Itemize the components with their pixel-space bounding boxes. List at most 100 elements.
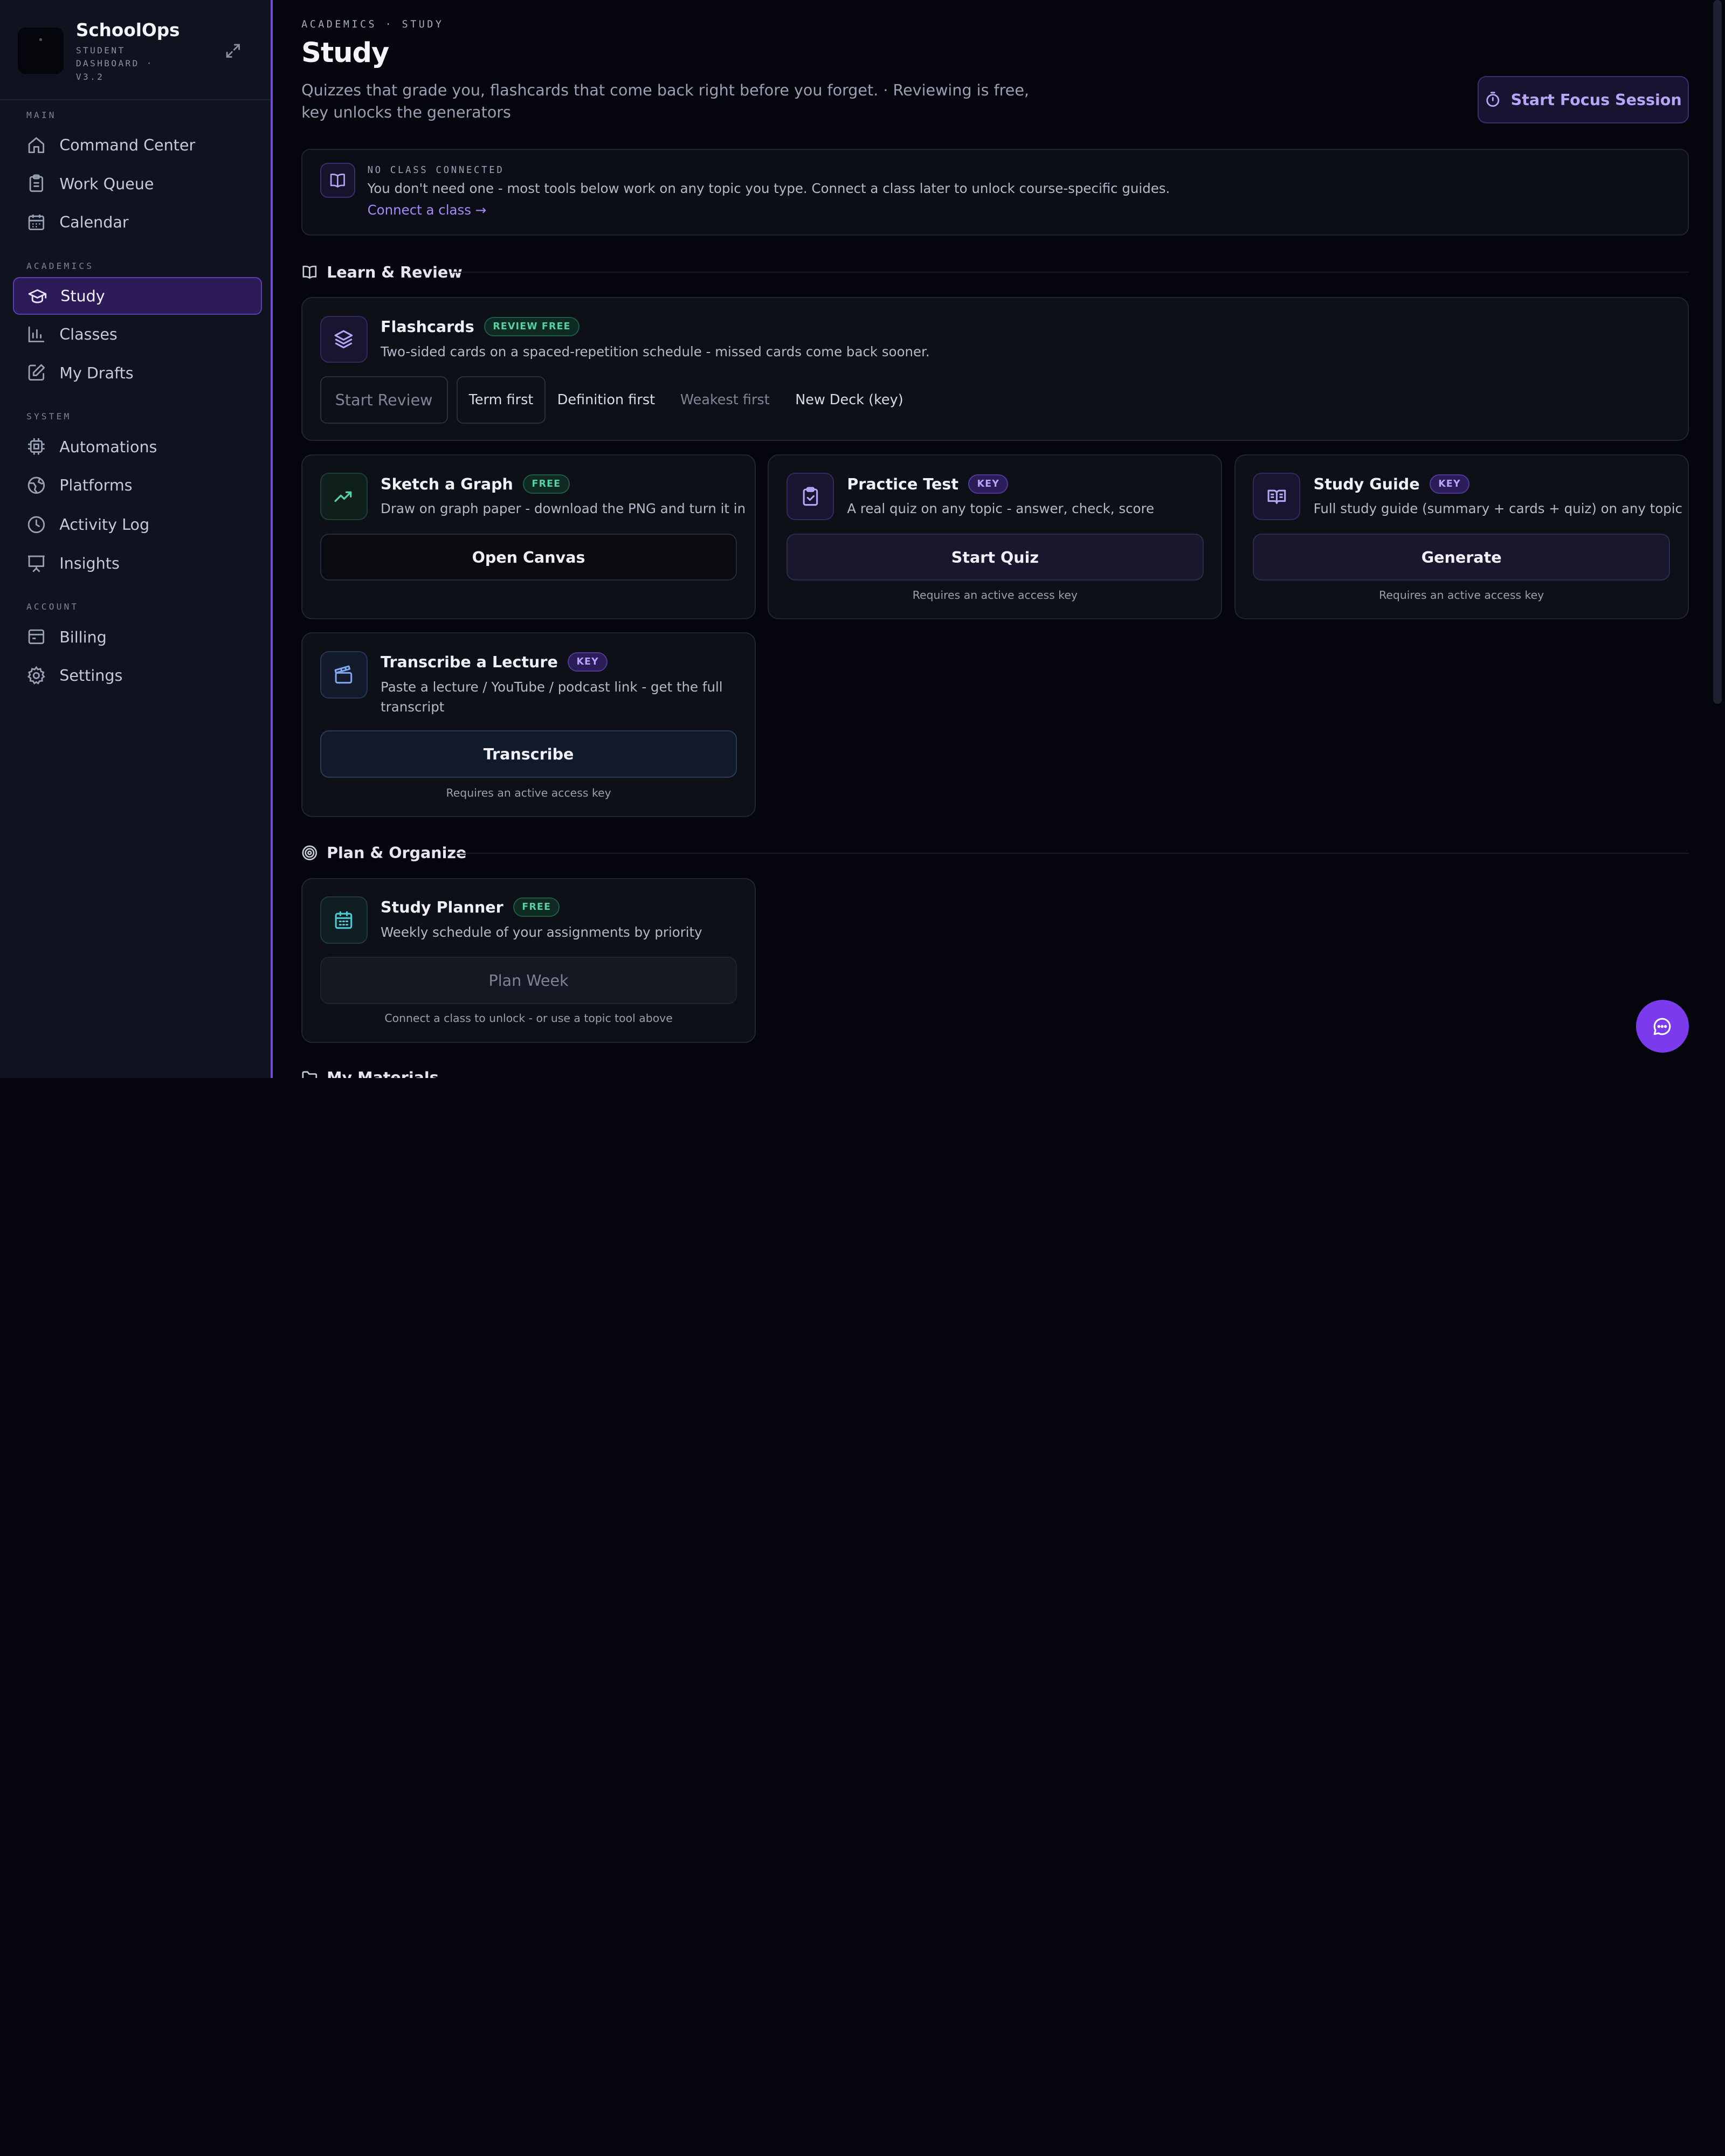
nav-section-academics: ACADEMICS (26, 260, 94, 271)
nav-section-system: SYSTEM (26, 411, 72, 422)
study-planner-card: Study Planner FREE Weekly schedule of yo… (301, 877, 756, 1043)
start-focus-session-button[interactable]: Start Focus Session (1477, 75, 1689, 123)
open-canvas-button[interactable]: Open Canvas (320, 533, 737, 581)
section-title: Learn & Review (327, 262, 463, 281)
key-badge: KEY (1429, 474, 1470, 494)
key-badge: KEY (568, 652, 608, 672)
sidebar-item-work-queue[interactable]: Work Queue (13, 165, 261, 202)
edit-icon (28, 364, 45, 381)
sidebar-item-insights[interactable]: Insights (13, 544, 261, 582)
review-free-badge: REVIEW FREE (484, 316, 579, 336)
generate-button[interactable]: Generate (1253, 533, 1670, 581)
sidebar-item-platforms[interactable]: Platforms (13, 466, 261, 503)
guide-description: Full study guide (summary + cards + quiz… (1313, 501, 1682, 517)
page-title: Study (301, 37, 389, 70)
sidebar-item-automations[interactable]: Automations (13, 428, 261, 465)
sidebar-item-study[interactable]: Study (13, 277, 262, 315)
transcribe-button[interactable]: Transcribe (320, 730, 737, 778)
flashcards-title-row: Flashcards REVIEW FREE (381, 316, 579, 336)
cpu-icon (28, 438, 45, 455)
transcribe-title-row: Transcribe a Lecture KEY (381, 652, 608, 672)
guide-title-row: Study Guide KEY (1313, 474, 1470, 494)
sidebar-item-billing[interactable]: Billing (13, 618, 261, 655)
focus-button-label: Start Focus Session (1510, 90, 1682, 109)
connect-class-link[interactable]: Connect a class → (368, 202, 487, 218)
sidebar-item-activity-log[interactable]: Activity Log (13, 506, 261, 543)
clapperboard-icon (320, 651, 368, 699)
main-content: ACADEMICS · STUDY Study Quizzes that gra… (275, 0, 1725, 1078)
banner-tag: NO CLASS CONNECTED (367, 165, 505, 176)
mode-weakest-first[interactable]: Weakest first (674, 376, 776, 424)
practice-description: A real quiz on any topic - answer, check… (847, 501, 1155, 517)
gear-icon (27, 666, 45, 685)
section-plan-organize: Plan & Organize (301, 844, 466, 862)
sidebar-item-label: Command Center (59, 136, 196, 155)
sidebar-item-my-drafts[interactable]: My Drafts (13, 354, 261, 391)
new-deck-button[interactable]: New Deck (key) (789, 376, 909, 424)
sidebar-item-classes[interactable]: Classes (13, 316, 261, 353)
sidebar-item-label: Calendar (59, 213, 129, 232)
start-review-button[interactable]: Start Review (320, 376, 448, 424)
mode-definition-first[interactable]: Definition first (551, 376, 661, 424)
expand-icon[interactable] (222, 39, 244, 61)
sidebar-item-settings[interactable]: Settings (13, 657, 261, 694)
sidebar-item-label: Insights (59, 554, 120, 572)
trending-up-icon (320, 473, 368, 521)
brand-header: SchoolOps STUDENT DASHBOARD · V3.2 (0, 0, 271, 100)
transcribe-title: Transcribe a Lecture (381, 653, 558, 672)
page-subtitle: Quizzes that grade you, flashcards that … (301, 80, 1029, 121)
chat-bubble-button[interactable] (1636, 1000, 1689, 1053)
presentation-icon (28, 555, 45, 572)
sidebar-item-label: Study (60, 286, 105, 305)
brand-subtitle: STUDENT DASHBOARD · V3.2 (75, 45, 154, 82)
transcribe-description: Paste a lecture / YouTube / podcast link… (381, 679, 723, 715)
calendar-grid-icon (320, 896, 368, 944)
section-divider (455, 852, 1689, 854)
sidebar-item-label: Classes (59, 325, 118, 344)
book-open-text-icon (1253, 473, 1301, 521)
guide-title: Study Guide (1313, 474, 1420, 493)
practice-test-card: Practice Test KEY A real quiz on any top… (768, 454, 1223, 619)
receipt-icon (28, 629, 45, 645)
flashcards-description: Two-sided cards on a spaced-repetition s… (381, 343, 930, 360)
target-icon (302, 845, 318, 861)
sketch-title-row: Sketch a Graph FREE (381, 474, 570, 494)
clock-icon (27, 516, 45, 534)
sidebar-item-label: My Drafts (59, 363, 134, 382)
nav-section-account: ACCOUNT (26, 602, 79, 612)
home-icon (28, 137, 45, 154)
no-class-banner: NO CLASS CONNECTED You don't need one - … (301, 148, 1689, 236)
sidebar-item-label: Automations (59, 437, 157, 456)
clipboard-icon (29, 175, 43, 192)
stopwatch-icon (1486, 92, 1499, 107)
practice-hint: Requires an active access key (912, 588, 1078, 602)
practice-title-row: Practice Test KEY (847, 474, 1009, 494)
page-scrollbar[interactable] (1713, 0, 1722, 704)
graduation-cap-icon (28, 289, 47, 303)
sidebar-item-label: Platforms (59, 475, 133, 494)
section-title: My Materials (327, 1068, 439, 1078)
transcribe-card: Transcribe a Lecture KEY Paste a lecture… (301, 632, 756, 818)
flashcards-card: Flashcards REVIEW FREE Two-sided cards o… (301, 297, 1689, 441)
practice-title: Practice Test (847, 474, 958, 493)
plan-week-button[interactable]: Plan Week (320, 957, 737, 1005)
sidebar-item-label: Billing (59, 627, 107, 646)
study-guide-card: Study Guide KEY Full study guide (summar… (1234, 454, 1689, 619)
section-my-materials: My Materials (301, 1068, 439, 1078)
banner-text: You don't need one - most tools below wo… (367, 180, 1170, 196)
sketch-description: Draw on graph paper - download the PNG a… (381, 501, 746, 517)
sidebar-item-calendar[interactable]: Calendar (13, 204, 261, 241)
sidebar-item-command-center[interactable]: Command Center (13, 127, 261, 164)
planner-title: Study Planner (381, 898, 503, 917)
start-quiz-button[interactable]: Start Quiz (786, 533, 1204, 581)
sidebar-item-label: Activity Log (59, 515, 150, 534)
bar-chart-icon (28, 326, 45, 343)
free-badge: FREE (513, 897, 560, 917)
key-badge: KEY (968, 474, 1009, 494)
mode-term-first[interactable]: Term first (456, 376, 546, 424)
section-title: Plan & Organize (327, 844, 467, 862)
guide-hint: Requires an active access key (1379, 588, 1544, 602)
transcribe-hint: Requires an active access key (446, 786, 611, 800)
clipboard-check-icon (786, 473, 834, 521)
app-window: SchoolOps STUDENT DASHBOARD · V3.2 MAIN … (0, 0, 1725, 1078)
